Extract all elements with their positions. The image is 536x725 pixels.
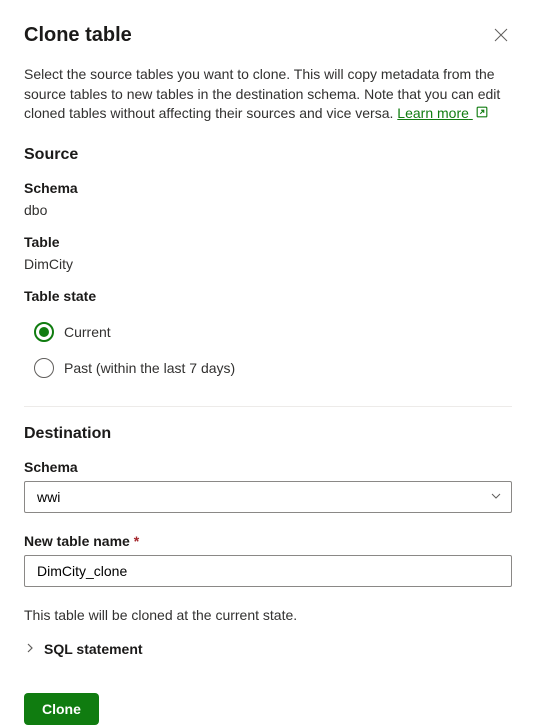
radio-current-label: Current — [64, 324, 111, 340]
close-icon — [494, 28, 508, 45]
radio-icon-selected — [34, 322, 54, 342]
sql-statement-label: SQL statement — [44, 641, 143, 657]
clone-info-text: This table will be cloned at the current… — [24, 607, 512, 623]
source-schema-value: dbo — [24, 202, 512, 218]
dialog-description: Select the source tables you want to clo… — [24, 65, 512, 124]
destination-schema-select[interactable] — [24, 481, 512, 513]
section-divider — [24, 406, 512, 407]
destination-schema-label: Schema — [24, 459, 512, 475]
chevron-right-icon — [24, 641, 36, 657]
close-button[interactable] — [490, 24, 512, 49]
radio-current[interactable]: Current — [24, 314, 512, 350]
learn-more-text: Learn more — [397, 105, 469, 121]
destination-schema-input[interactable] — [24, 481, 512, 513]
sql-statement-toggle[interactable]: SQL statement — [24, 641, 512, 657]
radio-past[interactable]: Past (within the last 7 days) — [24, 350, 512, 386]
required-asterisk: * — [134, 533, 139, 549]
clone-button[interactable]: Clone — [24, 693, 99, 725]
source-heading: Source — [24, 146, 512, 164]
source-table-label: Table — [24, 234, 512, 250]
table-state-radio-group: Current Past (within the last 7 days) — [24, 314, 512, 386]
new-table-name-input[interactable] — [24, 555, 512, 587]
source-schema-label: Schema — [24, 180, 512, 196]
radio-icon-unselected — [34, 358, 54, 378]
external-link-icon — [475, 105, 489, 125]
destination-heading: Destination — [24, 425, 512, 443]
source-table-value: DimCity — [24, 256, 512, 272]
table-state-label: Table state — [24, 288, 512, 304]
radio-past-label: Past (within the last 7 days) — [64, 360, 235, 376]
new-table-name-label: New table name * — [24, 533, 512, 549]
dialog-title: Clone table — [24, 24, 132, 47]
new-table-name-text: New table name — [24, 533, 130, 549]
learn-more-link[interactable]: Learn more — [397, 105, 488, 121]
